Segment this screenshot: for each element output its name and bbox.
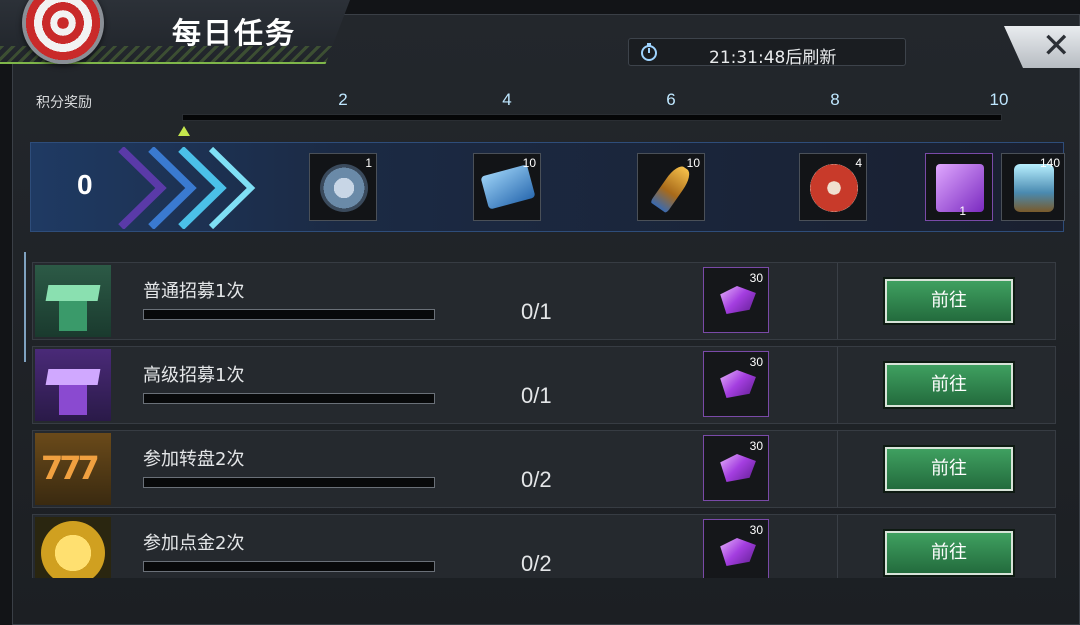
task-progress-text: 0/1 [521,299,552,324]
slot-777-icon: 777 [35,433,111,505]
purple-gem-icon [720,454,756,482]
reward-slot[interactable]: 10 [637,153,705,221]
go-button[interactable]: 前往 [883,277,1015,325]
silver-coin-icon [320,164,368,212]
task-name: 参加点金2次 [143,533,245,554]
go-button[interactable]: 前往 [883,361,1015,409]
reward-count: 10 [522,156,536,170]
points-progress-bar [182,114,1002,121]
reward-count: 10 [686,156,700,170]
go-button[interactable]: 前往 [883,445,1015,493]
task-reward-slot[interactable]: 30 [703,519,769,578]
bullet-ammo-icon [650,162,694,214]
task-reward-slot[interactable]: 30 [703,351,769,417]
task-reward-slot[interactable]: 30 [703,435,769,501]
poker-chip-icon [810,164,858,212]
task-list: 普通招募1次 0/1 30 前往 高级招募1次 0/1 30 前往 777 参加… [22,250,1062,578]
refresh-timer-text: 21:31:48后刷新 [709,48,837,68]
reward-banner: 0 1 10 10 4 1 140 [30,142,1065,232]
ticket-card-icon [480,164,536,210]
task-progress-bar [143,561,435,572]
reward-slot[interactable]: 1 [309,153,377,221]
reward-slot[interactable]: 1 [925,153,993,221]
milestone-label: 10 [989,90,1009,109]
reward-count: 1 [365,156,372,170]
current-points: 0 [77,169,93,200]
task-row: 参加点金2次 0/2 30 前往 [32,514,1056,578]
purple-gem-icon [720,370,756,398]
reward-slot[interactable]: 140 [1001,153,1065,221]
trophy-icon [1014,164,1054,212]
chevron-arrows-icon [118,147,256,229]
gold-diamond-coin-icon [35,517,111,578]
close-icon: ✕ [1042,26,1071,66]
reward-slot[interactable]: 10 [473,153,541,221]
task-reward-slot[interactable]: 30 [703,267,769,333]
milestone-label: 4 [502,90,512,109]
go-button[interactable]: 前往 [883,529,1015,577]
task-name: 高级招募1次 [143,365,245,386]
task-progress-text: 0/2 [521,467,552,492]
task-progress-bar [143,309,435,320]
stopwatch-icon [641,43,657,61]
reward-count: 1 [959,204,966,218]
purple-recruit-icon [35,349,111,421]
reward-count: 30 [749,439,763,453]
reward-count: 4 [855,156,862,170]
purple-gem-icon [720,286,756,314]
task-row: 普通招募1次 0/1 30 前往 [32,262,1056,340]
points-label: 积分奖励 [36,95,92,111]
green-recruit-icon [35,265,111,337]
purple-gem-icon [720,538,756,566]
reward-count: 30 [749,271,763,285]
task-name: 参加转盘2次 [143,449,245,470]
reward-count: 30 [749,355,763,369]
task-row: 777 参加转盘2次 0/2 30 前往 [32,430,1056,508]
refresh-timer: 21:31:48后刷新 [628,38,906,68]
task-progress-text: 0/1 [521,383,552,408]
task-progress-bar [143,393,435,404]
task-progress-text: 0/2 [521,551,552,576]
milestone-label: 2 [338,90,348,109]
page-title: 每日任务 [172,16,297,50]
divider [837,347,838,423]
progress-pointer-icon [178,126,190,136]
points-progress: 积分奖励 2 4 6 8 10 [26,84,1068,140]
divider [837,515,838,578]
reward-count: 140 [1039,156,1060,170]
task-progress-bar [143,477,435,488]
reward-count: 30 [749,523,763,537]
divider [837,431,838,507]
task-row: 高级招募1次 0/1 30 前往 [32,346,1056,424]
task-name: 普通招募1次 [143,281,245,302]
milestone-label: 6 [666,90,676,109]
reward-slot[interactable]: 4 [799,153,867,221]
milestone-label: 8 [830,90,840,109]
divider [837,263,838,339]
